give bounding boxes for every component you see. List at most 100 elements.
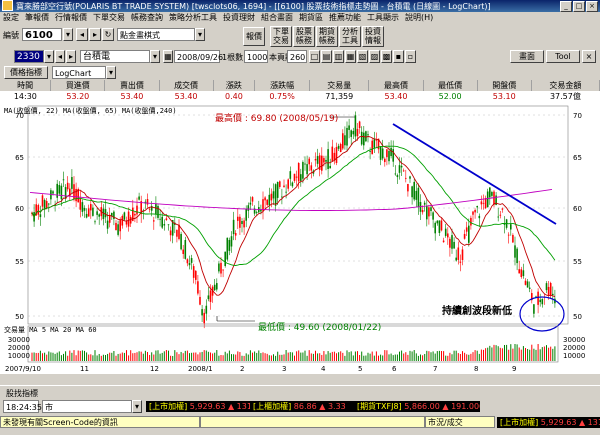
chart-type-select[interactable]: LogChart [52, 66, 106, 79]
chevron-down-icon[interactable]: ▾ [44, 50, 54, 63]
quote-value: 53.40 [384, 92, 408, 101]
candle-body [176, 229, 178, 237]
quote-header: 漲跌 [213, 80, 256, 91]
close-icon[interactable]: × [582, 50, 596, 63]
chevron-down-icon[interactable]: ▾ [106, 66, 116, 79]
menu-item[interactable]: 說明(H) [402, 12, 436, 24]
title-bar: 寶來勝部空行號(POLARIS BT TRADE SYSTEM) [twsclo… [0, 0, 600, 12]
tool-button[interactable]: Tool [546, 50, 580, 63]
candle-body [293, 173, 296, 181]
menu-item[interactable]: 組合畫面 [258, 12, 296, 24]
candle-body [346, 127, 348, 146]
tool-icon-1[interactable]: □ [309, 50, 320, 63]
menu-item[interactable]: 帳務查詢 [128, 12, 166, 24]
tool-icon-2[interactable]: ▤ [321, 50, 332, 63]
chevron-down-icon[interactable]: ▾ [150, 50, 160, 63]
ticker-futures[interactable]: [期貨TXFJ8] 5,866.00 ▲ 191.000 [354, 401, 480, 412]
candle-body [497, 216, 499, 218]
menu-item[interactable]: 策略分析工具 [166, 12, 220, 24]
tool-icon-8[interactable]: ▪ [393, 50, 404, 63]
candle-body [363, 132, 365, 146]
chart-canvas[interactable]: MA(收盤價, 22) MA(收盤價, 65) MA(收盤價,240) 最高價 … [0, 104, 600, 374]
candle-body [449, 238, 451, 248]
candle-body [169, 230, 172, 236]
order-button[interactable]: 下單 交易 [270, 26, 292, 47]
candle-body [528, 287, 531, 289]
ticker-twse[interactable]: [上市加權] 5,929.63 ▲ 131.20 [146, 401, 252, 412]
tab-indicator[interactable]: 股找指標 [6, 388, 38, 399]
candle-body [486, 191, 489, 208]
candle-body [157, 205, 159, 218]
next-icon[interactable]: ▸ [89, 28, 101, 41]
candle-body [388, 150, 390, 162]
candle-body [314, 158, 317, 161]
candle-body [308, 158, 310, 165]
candle-body [245, 208, 247, 221]
close-button[interactable]: × [586, 1, 598, 12]
stock-code-input[interactable]: 2330 [14, 50, 44, 63]
show-input[interactable]: 260 [287, 50, 307, 63]
maximize-button[interactable]: □ [573, 1, 585, 12]
tool-icon-9[interactable]: ▫ [405, 50, 416, 63]
price-indicator-button[interactable]: 價格指標 [4, 66, 48, 79]
menu-item[interactable]: 投資理財 [220, 12, 258, 24]
tool-icon-4[interactable]: ▦ [345, 50, 356, 63]
tool-icon-3[interactable]: ▥ [333, 50, 344, 63]
chevron-down-icon[interactable]: ▾ [195, 28, 205, 41]
candle-body [339, 143, 342, 152]
stock-name-field[interactable]: 台積電 [80, 50, 150, 63]
candle-body [138, 196, 140, 200]
stock-toolbar: 2330 ▾ ◂ ▸ 台積電 ▾ ▦ 2008/09/26 1根數目 1000 … [0, 48, 600, 64]
date-input[interactable]: 2008/09/26 [174, 50, 223, 63]
mode-select[interactable]: 點金畫棋式 [117, 28, 195, 41]
candle-body [60, 185, 63, 200]
quote-value: 53.40 [120, 92, 144, 101]
candle-body [182, 249, 184, 254]
minimize-button[interactable]: _ [560, 1, 572, 12]
ticker-otc[interactable]: [上櫃加權] 86.86 ▲ 3.33 [250, 401, 356, 412]
candle-body [83, 207, 86, 211]
candle-body [476, 206, 478, 208]
menu-item[interactable]: 設定 [0, 12, 22, 24]
prev-icon[interactable]: ◂ [55, 50, 65, 63]
candle-body [180, 233, 182, 250]
chart-area[interactable]: MA(收盤價, 22) MA(收盤價, 65) MA(收盤價,240) 最高價 … [0, 104, 600, 374]
menu-item[interactable]: 推薦功能 [326, 12, 364, 24]
analysis-tool-button[interactable]: 分析 工具 [339, 26, 361, 47]
candle-body [381, 148, 384, 159]
stock-account-button[interactable]: 股票 帳務 [293, 26, 315, 47]
candle-body [342, 133, 344, 149]
quote-button[interactable]: 報價 [243, 27, 265, 46]
menu-item[interactable]: 下單交易 [90, 12, 128, 24]
candle-body [264, 197, 266, 201]
candle-body [384, 158, 386, 163]
chevron-down-icon[interactable]: ▾ [63, 28, 73, 41]
calendar-icon[interactable]: ▦ [163, 50, 173, 63]
y-tick-right: 60 [573, 205, 582, 213]
count-input[interactable]: 1000 [244, 50, 268, 63]
tool-icon-6[interactable]: ▨ [369, 50, 380, 63]
menu-item[interactable]: 期貨區 [296, 12, 326, 24]
candle-body [228, 239, 231, 251]
candle-body [71, 177, 73, 189]
candle-body [552, 293, 554, 295]
candle-body [411, 186, 413, 198]
menu-item[interactable]: 工具顯示 [364, 12, 402, 24]
menu-item[interactable]: 筆報價 [22, 12, 52, 24]
screen-code-input[interactable]: 6100 [22, 28, 62, 41]
tool-icon-5[interactable]: ▧ [357, 50, 368, 63]
screen-button[interactable]: 畫面 [510, 50, 544, 63]
menu-item[interactable]: 行情報價 [52, 12, 90, 24]
candle-body [94, 221, 96, 223]
futures-account-button[interactable]: 期貨 帳務 [316, 26, 338, 47]
chevron-down-icon[interactable]: ▾ [132, 400, 142, 413]
tool-icon-7[interactable]: ▩ [381, 50, 392, 63]
market-select[interactable]: 市 [42, 400, 132, 413]
prev-icon[interactable]: ◂ [76, 28, 88, 41]
tab-strip: 股找指標 [0, 385, 600, 399]
refresh-icon[interactable]: ↻ [102, 28, 114, 41]
investment-info-button[interactable]: 投資 情報 [362, 26, 384, 47]
candle-body [371, 140, 373, 155]
next-icon[interactable]: ▸ [66, 50, 76, 63]
quote-header: 漲跌幅 [254, 80, 311, 91]
